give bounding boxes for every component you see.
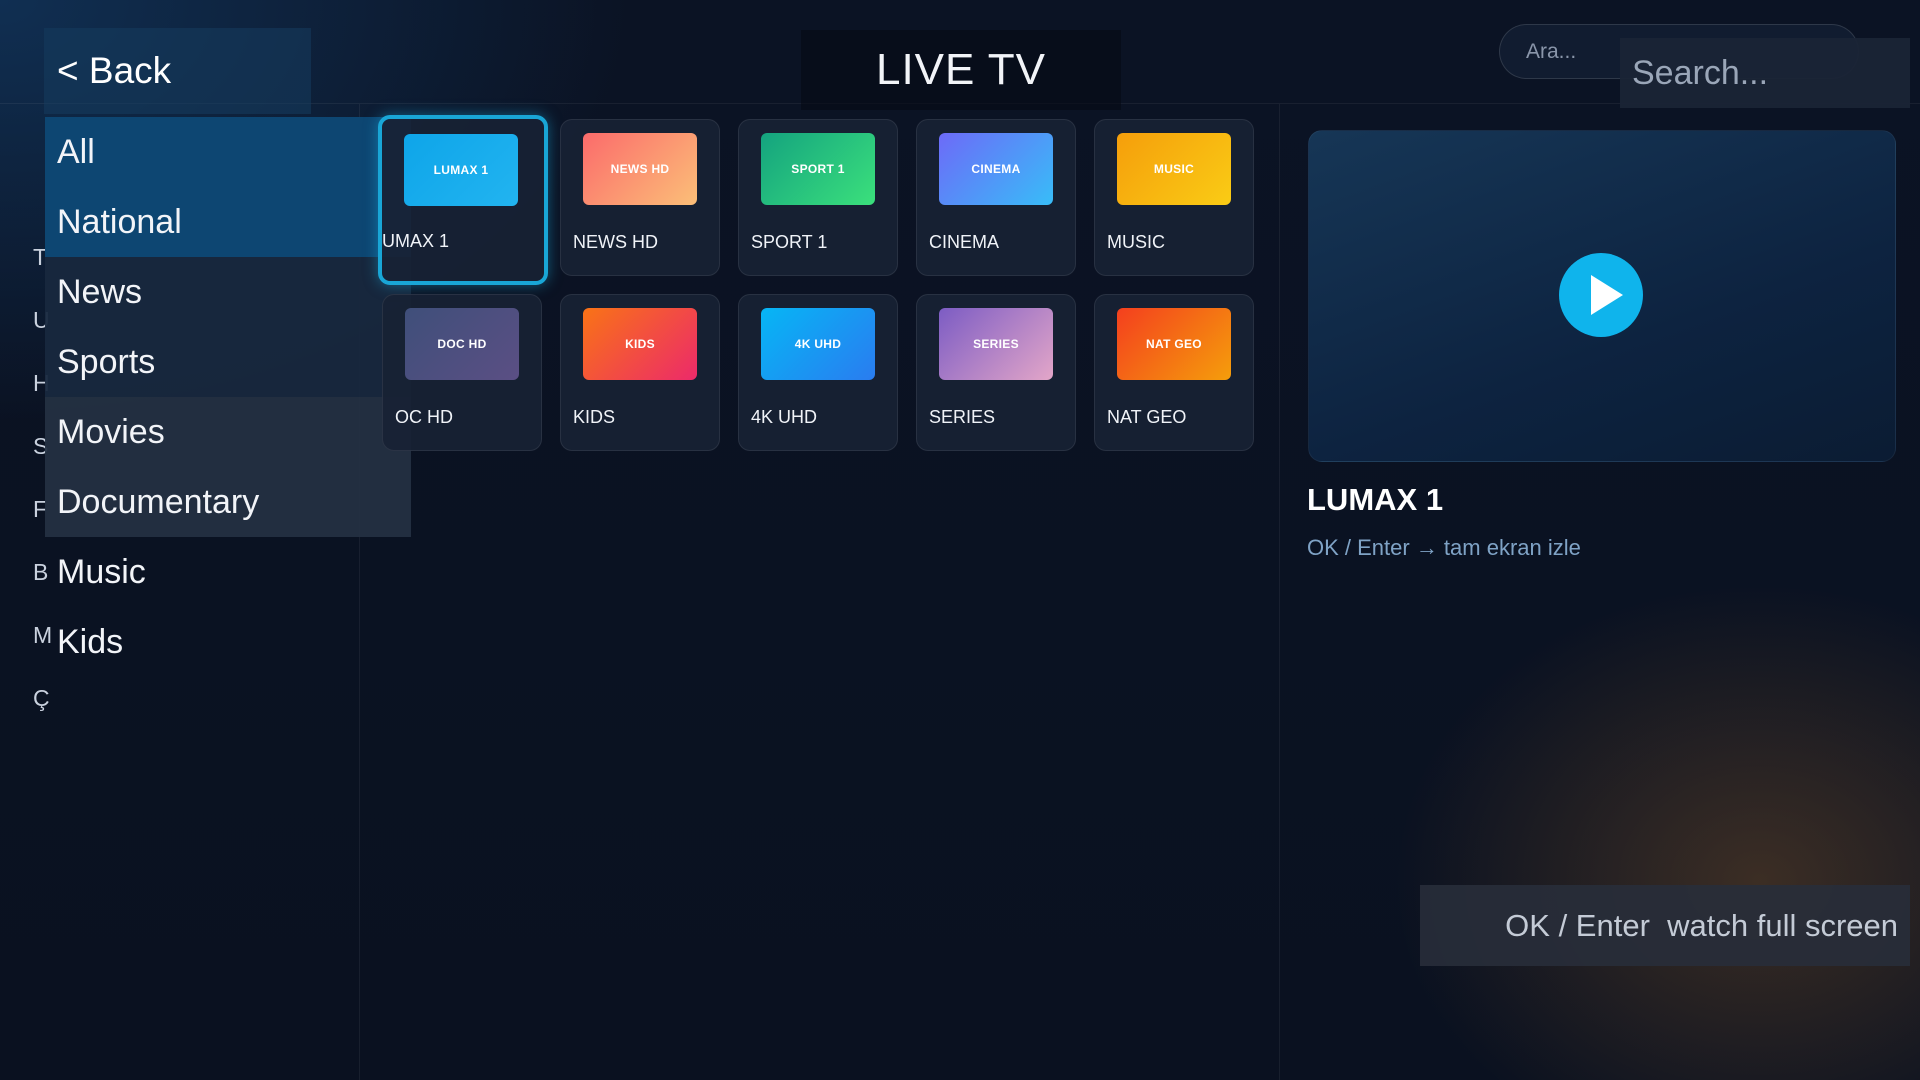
back-button[interactable]: < Back: [44, 28, 311, 114]
channel-card[interactable]: 4K UHD 4K UHD: [738, 294, 898, 451]
channel-logo: DOC HD: [405, 308, 519, 380]
channel-name: CINEMA: [929, 232, 1000, 252]
channel-name: SERIES: [929, 407, 996, 427]
now-playing-hint: OK / Enter → tam ekran izle: [1307, 535, 1581, 560]
channel-name: OC HD: [395, 407, 453, 427]
channel-name: 4K UHD: [751, 407, 818, 427]
search-input[interactable]: Search...: [1620, 38, 1910, 108]
category-item-kids[interactable]: Kids: [45, 607, 411, 677]
video-preview[interactable]: [1308, 130, 1896, 462]
live-tv-app: < Back LIVE TV Ara... Search... TUHSFBMÇ…: [0, 0, 1920, 1080]
channel-logo: NAT GEO: [1117, 308, 1231, 380]
category-item-movies[interactable]: Movies: [45, 397, 411, 467]
category-list: All National News Sports Movies Documentary Mu…: [45, 117, 411, 677]
category-item-music[interactable]: Music: [45, 537, 411, 607]
header: < Back LIVE TV Ara... Search...: [0, 0, 1920, 114]
channel-card[interactable]: NAT GEO NAT GEO: [1094, 294, 1254, 451]
channel-name: UMAX 1: [382, 231, 450, 251]
category-item-news[interactable]: News: [45, 257, 411, 327]
category-item-national[interactable]: National: [45, 187, 411, 257]
sidebar-letter: Ç: [33, 685, 50, 711]
channel-name: NAT GEO: [1107, 407, 1187, 427]
fullscreen-button[interactable]: OK / Enter watch full screen: [1420, 885, 1910, 966]
channel-name: NEWS HD: [573, 232, 658, 252]
category-item-sports[interactable]: Sports: [45, 327, 411, 397]
channel-logo: KIDS: [583, 308, 697, 380]
play-button[interactable]: [1559, 253, 1643, 337]
channel-card[interactable]: SPORT 1 SPORT 1: [738, 119, 898, 276]
channel-card[interactable]: KIDS KIDS: [560, 294, 720, 451]
channel-logo: SPORT 1: [761, 133, 875, 205]
channel-card[interactable]: LUMAX 1 UMAX 1: [378, 115, 548, 285]
channel-logo: NEWS HD: [583, 133, 697, 205]
channel-card[interactable]: NEWS HD NEWS HD: [560, 119, 720, 276]
channel-card[interactable]: CINEMA CINEMA: [916, 119, 1076, 276]
channel-card[interactable]: SERIES SERIES: [916, 294, 1076, 451]
channel-logo: 4K UHD: [761, 308, 875, 380]
channel-name: KIDS: [573, 407, 616, 427]
channel-logo: SERIES: [939, 308, 1053, 380]
category-item-all[interactable]: All: [45, 117, 411, 187]
channel-name: MUSIC: [1107, 232, 1165, 252]
channel-name: SPORT 1: [751, 232, 828, 252]
channel-logo: LUMAX 1: [404, 134, 518, 206]
category-item-documentary[interactable]: Documentary: [45, 467, 411, 537]
channel-card[interactable]: MUSIC MUSIC: [1094, 119, 1254, 276]
channel-logo: MUSIC: [1117, 133, 1231, 205]
page-title: LIVE TV: [801, 30, 1121, 110]
play-icon: [1591, 275, 1623, 315]
channel-card[interactable]: DOC HD OC HD: [382, 294, 542, 451]
now-playing-title: LUMAX 1: [1307, 482, 1444, 517]
channel-logo: CINEMA: [939, 133, 1053, 205]
